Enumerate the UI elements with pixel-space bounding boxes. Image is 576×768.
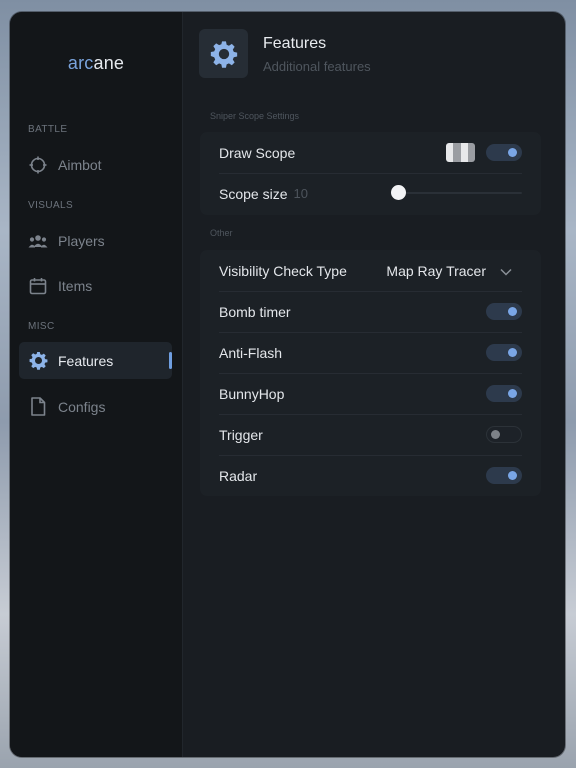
other-card: Visibility Check Type Map Ray Tracer Bom… — [200, 250, 541, 496]
toggle-label: Radar — [219, 467, 258, 484]
visibility-check-label: Visibility Check Type — [219, 262, 347, 279]
scope-size-row: Scope size 10 — [219, 173, 522, 214]
gear-icon — [28, 351, 48, 371]
toggle-knob — [508, 148, 517, 157]
calendar-icon — [28, 276, 48, 296]
sidebar-item-features[interactable]: Features — [19, 342, 172, 379]
sidebar-item-players[interactable]: Players — [19, 222, 172, 259]
anti-flash-row: Anti-Flash — [219, 332, 522, 374]
trigger-toggle[interactable] — [486, 426, 522, 443]
active-indicator — [169, 352, 172, 369]
page-subtitle: Additional features — [263, 59, 371, 74]
section-visuals: VISUALS — [28, 200, 74, 211]
chevron-down-icon — [500, 263, 512, 279]
toggle-label: BunnyHop — [219, 385, 285, 402]
sidebar-item-label: Items — [58, 277, 93, 294]
bomb-timer-row: Bomb timer — [219, 291, 522, 333]
group-label-other: Other — [210, 228, 233, 238]
sidebar-item-items[interactable]: Items — [19, 267, 172, 304]
scope-size-value: 10 — [293, 186, 308, 201]
page-title: Features — [263, 35, 327, 52]
crosshair-icon — [28, 155, 48, 175]
sidebar-item-label: Configs — [58, 398, 106, 415]
players-icon — [28, 231, 48, 251]
app-window: arcane BATTLE Aimbot VISUALS Players Ite… — [10, 12, 565, 757]
draw-scope-toggle[interactable] — [486, 144, 522, 161]
toggle-knob — [508, 389, 517, 398]
scope-color-swatch[interactable] — [446, 143, 475, 162]
draw-scope-label: Draw Scope — [219, 144, 296, 161]
app-logo: arcane — [10, 53, 182, 74]
anti-flash-toggle[interactable] — [486, 344, 522, 361]
visibility-check-dropdown[interactable]: Map Ray Tracer — [386, 250, 522, 291]
sidebar: arcane BATTLE Aimbot VISUALS Players Ite… — [10, 12, 183, 757]
scope-size-slider[interactable] — [391, 185, 522, 200]
toggle-label: Bomb timer — [219, 303, 291, 320]
sidebar-item-label: Aimbot — [58, 156, 102, 173]
document-icon — [28, 397, 48, 417]
logo-part1: arc — [67, 53, 94, 73]
bunnyhop-toggle[interactable] — [486, 385, 522, 402]
visibility-check-row: Visibility Check Type Map Ray Tracer — [219, 250, 522, 292]
sidebar-item-label: Players — [58, 232, 105, 249]
toggle-label: Trigger — [219, 426, 263, 443]
draw-scope-row: Draw Scope — [219, 132, 522, 174]
radar-toggle[interactable] — [486, 467, 522, 484]
toggle-knob — [508, 471, 517, 480]
group-label-sniper: Sniper Scope Settings — [210, 111, 300, 121]
sidebar-item-label: Features — [58, 352, 114, 369]
toggle-knob — [508, 348, 517, 357]
trigger-row: Trigger — [219, 414, 522, 456]
toggle-knob — [508, 307, 517, 316]
dropdown-value: Map Ray Tracer — [386, 262, 486, 279]
main-panel: Features Additional features Sniper Scop… — [183, 12, 565, 757]
bomb-timer-toggle[interactable] — [486, 303, 522, 320]
toggle-knob — [491, 430, 500, 439]
slider-thumb[interactable] — [391, 185, 406, 200]
section-misc: MISC — [28, 321, 55, 332]
logo-part2: ane — [93, 53, 125, 73]
gear-icon — [199, 29, 248, 78]
section-battle: BATTLE — [28, 124, 68, 135]
radar-row: Radar — [219, 455, 522, 496]
sidebar-item-configs[interactable]: Configs — [19, 388, 172, 425]
sidebar-item-aimbot[interactable]: Aimbot — [19, 146, 172, 183]
bunnyhop-row: BunnyHop — [219, 373, 522, 415]
sniper-scope-card: Draw Scope Scope size 10 — [200, 132, 541, 215]
scope-size-label: Scope size — [219, 185, 288, 202]
toggle-label: Anti-Flash — [219, 344, 283, 361]
